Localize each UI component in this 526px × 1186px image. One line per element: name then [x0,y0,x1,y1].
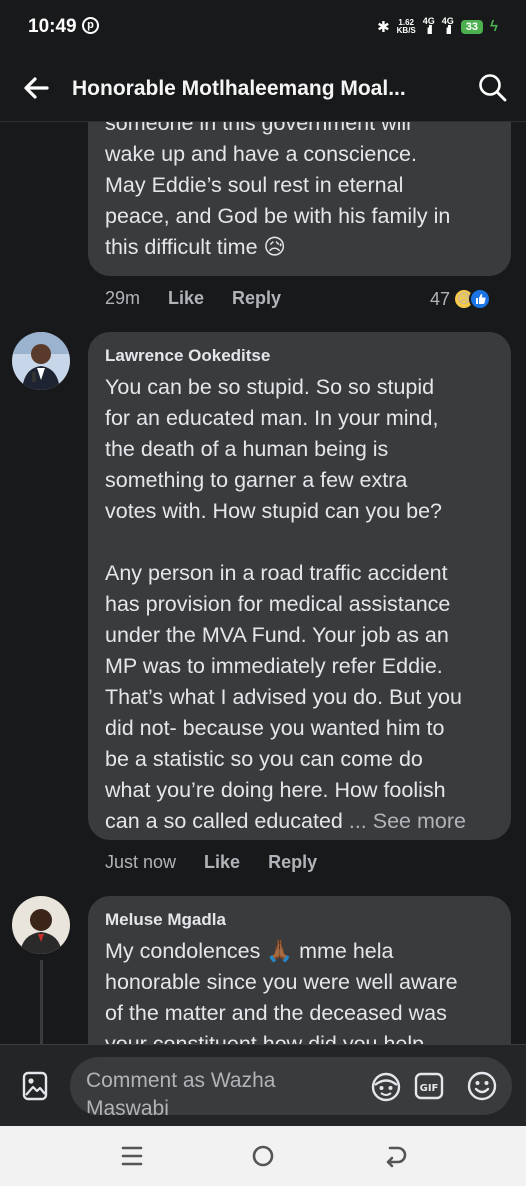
p-circle-icon: p [82,17,99,34]
like-button[interactable]: Like [168,288,204,309]
gif-icon[interactable]: GIF [414,1071,444,1101]
home-icon[interactable] [249,1142,277,1170]
comment-author[interactable]: Lawrence Ookeditse [105,346,495,366]
comment-actions: Just now Like Reply [105,852,317,873]
system-nav-bar [0,1126,526,1186]
thread-line [40,960,43,1044]
avatar-sticker-icon[interactable] [370,1071,402,1103]
reply-button[interactable]: Reply [232,288,281,309]
svg-text:GIF: GIF [420,1083,439,1094]
comment-input[interactable]: Comment as Wazha Maswabi GIF [70,1057,512,1115]
comment-text: My condolences 🙏🏾 mme hela honorable sin… [105,939,458,1044]
like-button[interactable]: Like [204,852,240,873]
signal-2-icon: 4G ıll [441,16,454,37]
comment-bubble: Lawrence Ookeditse You can be so stupid.… [88,332,511,840]
bluetooth-icon: ✱ [377,18,390,36]
image-icon[interactable] [22,1071,48,1101]
comment-text: You can be so stupid. So so stupid for a… [105,372,495,837]
comment-text: someone in this government will wake up … [105,122,451,259]
bolt-icon: ϟ [490,18,498,35]
see-more-ellipsis: ... [348,809,367,833]
comment-text-body: You can be so stupid. So so stupid for a… [105,375,462,833]
comment-placeholder: Comment as Wazha Maswabi [86,1069,276,1115]
back-arrow-icon[interactable] [20,72,52,104]
comment-time: Just now [105,852,177,872]
post-header: Honorable Motlhaleemang Moal... [0,58,526,122]
avatar[interactable] [12,332,70,390]
reaction-summary[interactable]: 47 😥 [430,288,492,310]
status-bar: 10:49 p ✱ 1.62 KB/S 4G ıll 4G ıll 33 ϟ [0,0,526,58]
comment-composer: Comment as Wazha Maswabi GIF [0,1044,526,1126]
status-icons: ✱ 1.62 KB/S 4G ıll 4G ıll 33 ϟ [377,16,498,37]
reply-button[interactable]: Reply [268,852,317,873]
reaction-count: 47 [430,288,451,309]
net-speed-unit: KB/S [396,25,416,35]
comments-list: someone in this government will wake up … [0,122,526,1044]
avatar[interactable] [12,896,70,954]
comment-author[interactable]: Meluse Mgadla [105,910,495,930]
nav-back-icon[interactable] [381,1142,409,1170]
see-more-link[interactable]: See more [373,809,466,833]
like-reaction-icon [469,288,492,310]
page-title: Honorable Motlhaleemang Moal... [72,77,406,100]
battery-indicator: 33 [460,19,484,34]
comment-bubble: Meluse Mgadla My condolences 🙏🏾 mme hela… [88,896,511,1044]
comment-actions: 29m Like Reply [105,288,281,309]
status-time: 10:49 [28,16,77,37]
signal-1-icon: 4G ıll [422,16,435,37]
recents-icon[interactable] [118,1142,146,1170]
net-speed: 1.62 KB/S [396,18,416,35]
comment-bubble: someone in this government will wake up … [88,122,511,276]
comment-time: 29m [105,288,141,308]
search-icon[interactable] [476,71,510,105]
emoji-icon[interactable] [466,1070,498,1102]
